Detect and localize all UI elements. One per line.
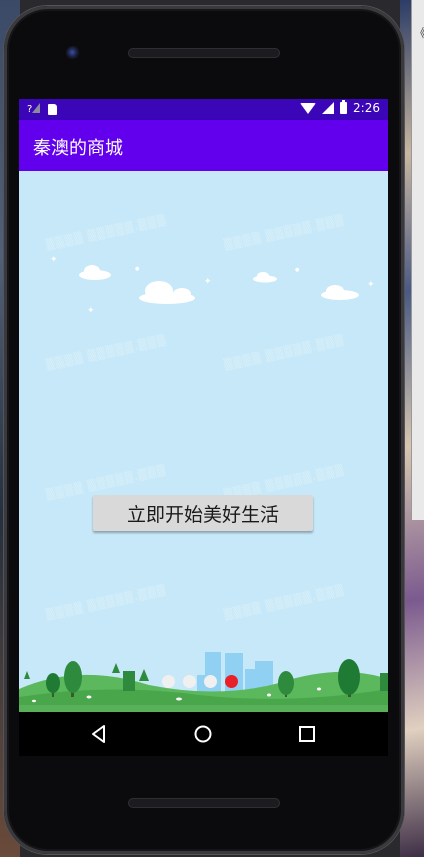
wifi-icon (300, 102, 317, 114)
side-panel-glyph: 《 (414, 24, 424, 41)
star: ✦ (367, 280, 375, 290)
signal-unknown-icon: ? (27, 102, 41, 117)
phone-screen: ? 2:26 秦澳的商城 ▒▒▒▒ ▒▒▒▒▒.▒▒▒ ▒▒▒▒ ▒▒▒▒▒.▒… (19, 99, 388, 712)
star: ● (295, 267, 300, 273)
clouds (79, 265, 359, 304)
bottom-speaker (128, 798, 280, 808)
cell-signal-icon (322, 102, 335, 114)
app-title: 秦澳的商城 (33, 138, 123, 159)
watermark: ▒▒▒▒ ▒▒▒▒▒.▒▒▒ (222, 583, 346, 622)
status-bar: ? 2:26 (19, 99, 388, 120)
desktop-side-panel: 《 (411, 0, 424, 520)
navigation-bar (19, 712, 388, 756)
top-speaker (128, 48, 280, 58)
watermark: ▒▒▒▒ ▒▒▒▒▒.▒▒▒ (222, 213, 346, 252)
star: ✦ (87, 306, 95, 316)
star: ✦ (204, 277, 212, 287)
landscape-illustration (19, 652, 388, 712)
page-dot[interactable] (183, 675, 196, 688)
star: ● (135, 266, 140, 272)
page-dot-active[interactable] (225, 675, 238, 688)
sd-card-icon (48, 104, 58, 115)
recents-icon[interactable] (296, 723, 318, 745)
page-dot[interactable] (162, 675, 175, 688)
battery-icon (340, 100, 348, 114)
page-dot[interactable] (204, 675, 217, 688)
app-bar: 秦澳的商城 (19, 120, 388, 171)
home-icon[interactable] (192, 723, 214, 745)
back-icon[interactable] (88, 723, 110, 745)
start-button[interactable]: 立即开始美好生活 (93, 495, 313, 531)
watermark: ▒▒▒▒ ▒▒▒▒▒.▒▒▒ (44, 583, 168, 622)
star: ✦ (50, 255, 58, 265)
status-time: 2:26 (353, 101, 380, 115)
front-camera (66, 46, 80, 60)
watermark: ▒▒▒▒ ▒▒▒▒▒.▒▒▒ (44, 213, 168, 252)
